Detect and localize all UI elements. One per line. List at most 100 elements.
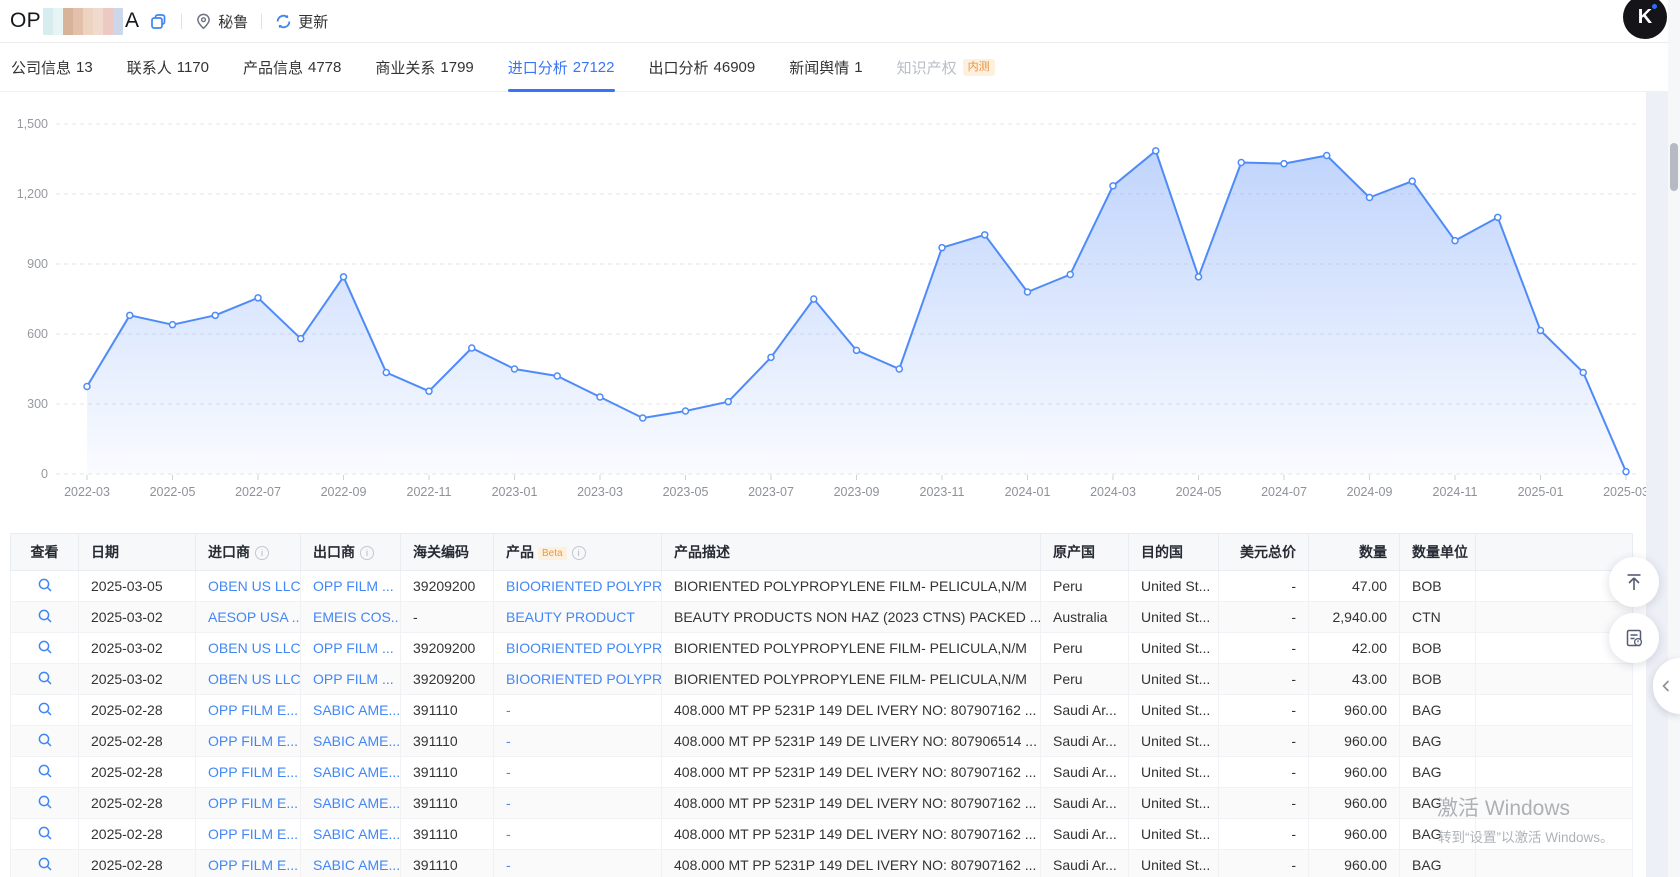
view-details-button[interactable] [37, 763, 53, 779]
vertical-scrollbar[interactable] [1668, 0, 1680, 877]
importer-link[interactable]: OPP FILM E... [208, 702, 298, 718]
importer-link[interactable]: OPP FILM E... [208, 764, 298, 780]
data-point-2024-07[interactable] [1281, 161, 1287, 167]
info-icon[interactable]: i [360, 546, 374, 560]
tab-新闻舆情[interactable]: 新闻舆情1 [789, 43, 862, 91]
tab-出口分析[interactable]: 出口分析46909 [649, 43, 756, 91]
importer-link[interactable]: OPP FILM E... [208, 826, 298, 842]
exporter-link[interactable]: OPP FILM ... [313, 671, 394, 687]
exporter-link[interactable]: SABIC AME... [313, 795, 400, 811]
data-point-2024-04[interactable] [1153, 148, 1159, 154]
importer-link[interactable]: OBEN US LLC [208, 671, 301, 687]
data-point-2022-09[interactable] [341, 274, 347, 280]
importer-link[interactable]: OPP FILM E... [208, 795, 298, 811]
cell-hs: 391110 [401, 819, 494, 850]
feedback-report-button[interactable] [1609, 613, 1659, 663]
data-point-2025-02[interactable] [1580, 370, 1586, 376]
data-point-2023-10[interactable] [896, 366, 902, 372]
data-point-2024-11[interactable] [1452, 238, 1458, 244]
data-point-2022-10[interactable] [383, 370, 389, 376]
data-point-2022-08[interactable] [298, 336, 304, 342]
importer-link[interactable]: AESOP USA ... [208, 609, 301, 625]
product-link[interactable]: - [506, 733, 511, 749]
data-point-2024-01[interactable] [1025, 289, 1031, 295]
product-link[interactable]: BIOORIENTED POLYPR... [506, 578, 662, 594]
exporter-link[interactable]: SABIC AME... [313, 857, 400, 873]
importer-link[interactable]: OPP FILM E... [208, 733, 298, 749]
product-link[interactable]: - [506, 764, 511, 780]
scrollbar-thumb[interactable] [1670, 143, 1678, 191]
data-point-2022-11[interactable] [426, 388, 432, 394]
data-point-2025-03[interactable] [1623, 469, 1629, 475]
view-details-button[interactable] [37, 608, 53, 624]
product-link[interactable]: BIOORIENTED POLYPR... [506, 640, 662, 656]
product-link[interactable]: - [506, 826, 511, 842]
data-point-2023-08[interactable] [811, 296, 817, 302]
product-link[interactable]: - [506, 795, 511, 811]
view-details-button[interactable] [37, 670, 53, 686]
exporter-link[interactable]: OPP FILM ... [313, 640, 394, 656]
data-point-2024-06[interactable] [1238, 160, 1244, 166]
data-point-2023-03[interactable] [597, 394, 603, 400]
exporter-link[interactable]: EMEIS COS... [313, 609, 401, 625]
product-link[interactable]: BEAUTY PRODUCT [506, 609, 635, 625]
product-link[interactable]: - [506, 702, 511, 718]
data-point-2022-06[interactable] [212, 312, 218, 318]
tab-知识产权[interactable]: 知识产权内测 [897, 43, 995, 91]
user-avatar[interactable]: K [1623, 0, 1667, 39]
data-point-2022-04[interactable] [127, 312, 133, 318]
exporter-link[interactable]: OPP FILM ... [313, 578, 394, 594]
data-point-2022-12[interactable] [469, 345, 475, 351]
importer-link[interactable]: OPP FILM E... [208, 857, 298, 873]
view-details-button[interactable] [37, 639, 53, 655]
data-point-2024-08[interactable] [1324, 153, 1330, 159]
data-point-2024-12[interactable] [1495, 214, 1501, 220]
x-axis-tick-label: 2024-03 [1090, 485, 1136, 499]
data-point-2023-06[interactable] [725, 399, 731, 405]
tab-进口分析[interactable]: 进口分析27122 [508, 43, 615, 91]
tab-商业关系[interactable]: 商业关系1799 [375, 43, 473, 91]
imports-trend-chart[interactable]: 03006009001,2001,5002022-032022-052022-0… [0, 92, 1646, 533]
data-point-2024-03[interactable] [1110, 183, 1116, 189]
back-to-top-button[interactable] [1609, 557, 1659, 607]
view-details-button[interactable] [37, 732, 53, 748]
exporter-link[interactable]: SABIC AME... [313, 826, 400, 842]
registered-country[interactable]: 秘鲁 [195, 11, 248, 32]
exporter-link[interactable]: SABIC AME... [313, 733, 400, 749]
tab-产品信息[interactable]: 产品信息4778 [243, 43, 341, 91]
data-point-2023-11[interactable] [939, 245, 945, 251]
tab-联系人[interactable]: 联系人1170 [127, 43, 209, 91]
data-point-2023-02[interactable] [554, 373, 560, 379]
update-button[interactable]: 更新 [275, 11, 328, 32]
product-link[interactable]: - [506, 857, 511, 873]
data-point-2024-05[interactable] [1196, 274, 1202, 280]
data-point-2023-07[interactable] [768, 354, 774, 360]
data-point-2023-09[interactable] [854, 347, 860, 353]
exporter-link[interactable]: SABIC AME... [313, 764, 400, 780]
data-point-2023-05[interactable] [683, 408, 689, 414]
data-point-2024-10[interactable] [1409, 178, 1415, 184]
view-details-button[interactable] [37, 577, 53, 593]
info-icon[interactable]: i [255, 546, 269, 560]
importer-link[interactable]: OBEN US LLC [208, 640, 301, 656]
data-point-2023-01[interactable] [512, 366, 518, 372]
data-point-2022-03[interactable] [84, 384, 90, 390]
product-link[interactable]: BIOORIENTED POLYPR... [506, 671, 662, 687]
data-point-2023-04[interactable] [640, 415, 646, 421]
view-details-button[interactable] [37, 701, 53, 717]
view-details-button[interactable] [37, 856, 53, 872]
copy-icon[interactable] [149, 12, 168, 31]
data-point-2025-01[interactable] [1538, 328, 1544, 334]
data-point-2022-07[interactable] [255, 295, 261, 301]
data-point-2024-09[interactable] [1367, 195, 1373, 201]
view-details-button[interactable] [37, 825, 53, 841]
importer-link[interactable]: OBEN US LLC [208, 578, 301, 594]
exporter-link[interactable]: SABIC AME... [313, 702, 400, 718]
tab-公司信息[interactable]: 公司信息13 [11, 43, 93, 91]
cell-exporter: OPP FILM ... [301, 633, 401, 664]
data-point-2024-02[interactable] [1067, 272, 1073, 278]
info-icon[interactable]: i [572, 546, 586, 560]
data-point-2022-05[interactable] [170, 322, 176, 328]
data-point-2023-12[interactable] [982, 232, 988, 238]
view-details-button[interactable] [37, 794, 53, 810]
